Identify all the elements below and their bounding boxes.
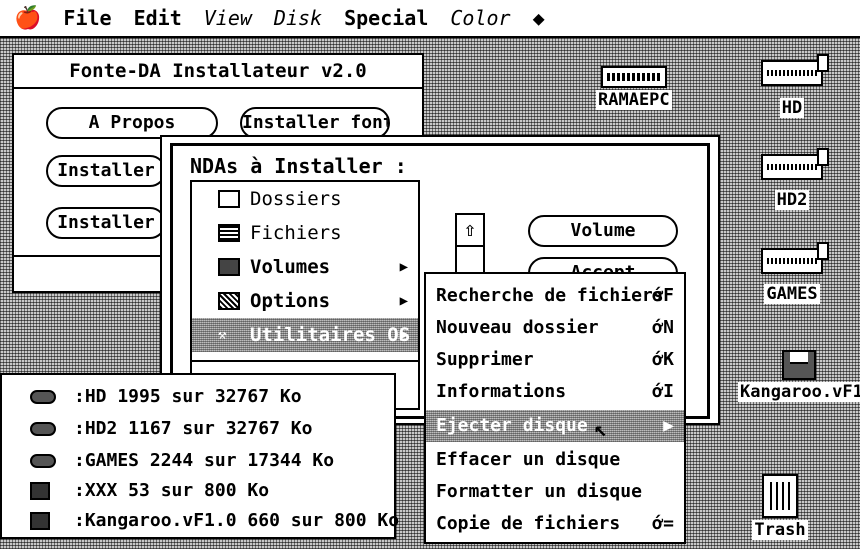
- desktop-icon-games[interactable]: GAMES: [752, 242, 832, 304]
- submenu-item-informations[interactable]: Informations ớI: [426, 376, 684, 408]
- submenu-item-recherche[interactable]: Recherche de fichiers ớF: [426, 280, 684, 312]
- submenu-item-label: Ejecter disque: [436, 415, 588, 436]
- submenu-item-ejecter-disque[interactable]: Ejecter disque ▶ ↖: [426, 410, 684, 442]
- menu-item-volumes[interactable]: Volumes ▶: [192, 250, 418, 284]
- hard-disk-icon: [30, 390, 56, 404]
- volume-label: :HD 1995 sur 32767 Ko: [74, 386, 302, 407]
- submenu-arrow-icon: ▶: [399, 293, 408, 309]
- menu-view[interactable]: View: [204, 6, 252, 30]
- install-button-1[interactable]: Installer: [46, 155, 166, 187]
- floppy-icon: [30, 482, 50, 500]
- submenu-item-label: Informations: [436, 381, 567, 402]
- menu-item-label: Volumes: [250, 256, 331, 278]
- submenu-item-nouveau-dossier[interactable]: Nouveau dossier ớN: [426, 312, 684, 344]
- submenu-item-effacer[interactable]: Effacer un disque: [426, 444, 684, 476]
- tools-icon: ⚒: [218, 327, 227, 343]
- shortcut-label: ớ=: [652, 513, 674, 534]
- menu-item-fichiers[interactable]: Fichiers: [192, 216, 418, 250]
- dialog-heading: NDAs à Installer :: [190, 154, 407, 178]
- hard-disk-icon: [30, 454, 56, 468]
- desktop-icon-label: HD2: [774, 190, 810, 210]
- hard-disk-icon: [761, 148, 829, 180]
- hard-disk-icon: [761, 54, 829, 86]
- menu-bar: 🍎 File Edit View Disk Special Color ◆: [0, 0, 860, 38]
- submenu-arrow-icon: ▶: [399, 259, 408, 275]
- volumes-popup: :HD 1995 sur 32767 Ko :HD2 1167 sur 3276…: [0, 373, 399, 539]
- apple-menu-icon[interactable]: 🍎: [14, 6, 41, 31]
- hard-disk-icon: [761, 242, 829, 274]
- volume-item-hd[interactable]: :HD 1995 sur 32767 Ko: [2, 381, 394, 413]
- menu-item-utilitaires-os[interactable]: ⚒ Utilitaires OS ▶: [192, 318, 418, 352]
- menu-disk[interactable]: Disk: [274, 6, 322, 30]
- submenu-item-label: Supprimer: [436, 349, 534, 370]
- menu-color[interactable]: Color: [450, 6, 510, 30]
- shortcut-label: ớN: [652, 317, 674, 338]
- submenu-item-label: Nouveau dossier: [436, 317, 599, 338]
- menu-special[interactable]: Special: [344, 6, 428, 30]
- installer-title: Fonte-DA Installateur v2.0: [14, 55, 422, 89]
- menu-item-label: Utilitaires OS: [250, 324, 411, 346]
- volume-item-xxx[interactable]: :XXX 53 sur 800 Ko: [2, 475, 394, 507]
- desktop-icon-trash[interactable]: Trash: [745, 474, 815, 540]
- menu-edit[interactable]: Edit: [134, 6, 182, 30]
- submenu-item-supprimer[interactable]: Supprimer ớK: [426, 344, 684, 376]
- disk-icon: [218, 258, 240, 276]
- shortcut-label: ớF: [652, 285, 674, 306]
- shortcut-label: ớI: [652, 381, 674, 402]
- menu-item-options[interactable]: Options ▶: [192, 284, 418, 318]
- desktop-icon-ramaepc[interactable]: RAMAEPC: [596, 66, 672, 110]
- desktop-icon-label: HD: [779, 98, 805, 118]
- submenu-arrow-icon: ▶: [399, 327, 408, 343]
- desktop-icon-label: RAMAEPC: [596, 90, 672, 110]
- submenu-item-label: Recherche de fichiers: [436, 285, 664, 306]
- trash-icon: [762, 474, 798, 518]
- volume-label: :Kangaroo.vF1.0 660 sur 800 Ko: [74, 510, 400, 531]
- install-button-2[interactable]: Installer: [46, 207, 166, 239]
- desktop-icon-hd2[interactable]: HD2: [752, 148, 832, 210]
- submenu-item-label: Formatter un disque: [436, 481, 642, 502]
- extras-menu-icon[interactable]: ◆: [533, 6, 545, 30]
- submenu-item-label: Effacer un disque: [436, 449, 621, 470]
- folder-icon: [218, 190, 240, 208]
- desktop-icon-kangaroo[interactable]: Kangaroo.vF1.0: [738, 350, 860, 402]
- volume-item-games[interactable]: :GAMES 2244 sur 17344 Ko: [2, 445, 394, 477]
- desktop-icon-label: GAMES: [764, 284, 820, 304]
- options-icon: [218, 292, 240, 310]
- shortcut-label: ớK: [652, 349, 674, 370]
- menu-file[interactable]: File: [63, 6, 111, 30]
- desktop-icon-label: Trash: [752, 520, 808, 540]
- desktop-icon-hd[interactable]: HD: [752, 54, 832, 118]
- pc-drive-icon: [600, 66, 667, 88]
- submenu-item-label: Copie de fichiers: [436, 513, 621, 534]
- utilitaires-submenu: Recherche de fichiers ớF Nouveau dossier…: [424, 272, 686, 544]
- volume-label: :HD2 1167 sur 32767 Ko: [74, 418, 313, 439]
- volume-item-hd2[interactable]: :HD2 1167 sur 32767 Ko: [2, 413, 394, 445]
- submenu-item-copie[interactable]: Copie de fichiers ớ=: [426, 508, 684, 540]
- menu-item-dossiers[interactable]: Dossiers: [192, 182, 418, 216]
- menu-item-label: Dossiers: [250, 188, 342, 210]
- volume-button[interactable]: Volume: [528, 215, 678, 247]
- mouse-pointer-icon: ↖: [594, 417, 608, 442]
- menu-divider: [192, 360, 418, 362]
- scroll-up-arrow-icon[interactable]: ⇧: [457, 215, 483, 247]
- hard-disk-icon: [30, 422, 56, 436]
- file-icon: [218, 224, 240, 242]
- volume-label: :GAMES 2244 sur 17344 Ko: [74, 450, 335, 471]
- submenu-item-formatter[interactable]: Formatter un disque: [426, 476, 684, 508]
- volume-label: :XXX 53 sur 800 Ko: [74, 480, 270, 501]
- floppy-icon: [30, 512, 50, 530]
- menu-item-label: Fichiers: [250, 222, 342, 244]
- desktop-icon-label: Kangaroo.vF1.0: [738, 382, 860, 402]
- floppy-disk-icon: [782, 350, 816, 380]
- menu-item-label: Options: [250, 290, 331, 312]
- volume-item-kangaroo[interactable]: :Kangaroo.vF1.0 660 sur 800 Ko: [2, 505, 399, 537]
- submenu-arrow-icon: ▶: [663, 415, 674, 436]
